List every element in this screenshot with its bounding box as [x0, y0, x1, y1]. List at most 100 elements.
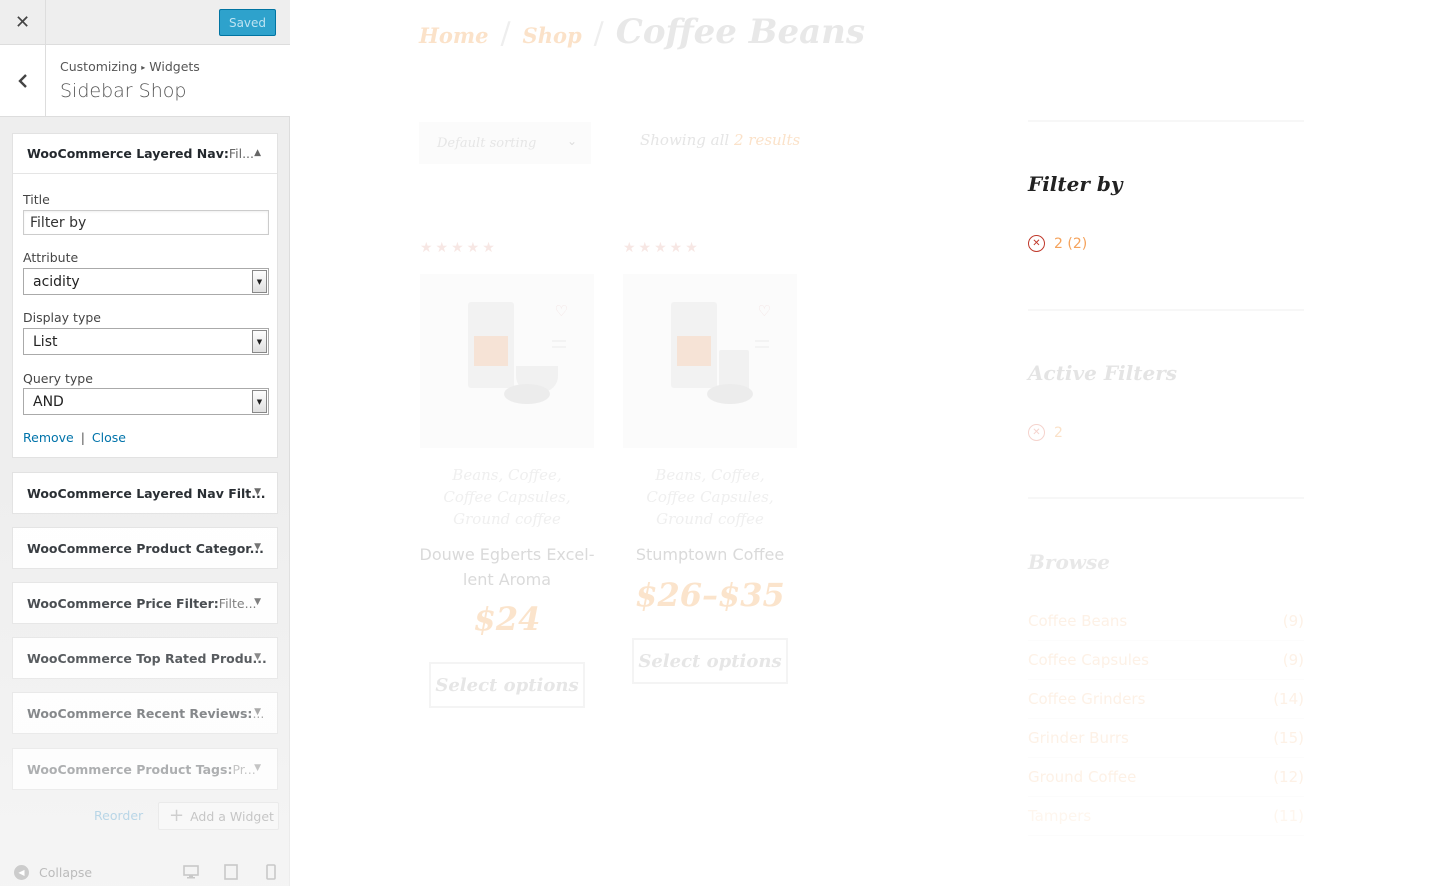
widget-header[interactable]: WooCommerce Price Filter: Filte... ▼ [13, 583, 277, 623]
tablet-icon[interactable] [223, 864, 239, 880]
category-item[interactable]: Coffee Grinders (14) [1028, 680, 1304, 719]
category-item[interactable]: Coffee Beans (9) [1028, 602, 1304, 641]
widget-header[interactable]: WooCommerce Layered Nav Filt... ▼ [13, 473, 277, 513]
product-name[interactable]: Stumptown Coffee [617, 542, 803, 567]
widget-title: WooCommerce Price Filter: [27, 595, 219, 611]
product-name-line: Stumptown Coffee [635, 545, 785, 564]
widget-header[interactable]: WooCommerce Layered Nav: Fil... ▲ [13, 134, 277, 174]
category-count: (15) [1273, 729, 1304, 747]
caret-down-icon: ▼ [254, 487, 261, 497]
attribute-select-value: acidity [33, 273, 80, 290]
compare-icon[interactable] [755, 340, 769, 348]
breadcrumb-home-link[interactable]: Home [419, 23, 488, 48]
query-type-select[interactable]: AND ▼ [23, 388, 269, 415]
title-input[interactable]: Filter by [23, 210, 269, 235]
breadcrumb-root: Customizing [60, 59, 138, 74]
coffee-bag-graphic [671, 302, 717, 388]
widget-title: WooCommerce Top Rated Produ... [27, 650, 267, 666]
category-line[interactable]: Beans, Coffee, [420, 464, 594, 486]
widget-subtitle: Filte... [218, 595, 257, 611]
category-count: (9) [1282, 651, 1304, 669]
widget-header[interactable]: WooCommerce Top Rated Produ... ▼ [13, 638, 277, 678]
breadcrumb-separator: / [500, 16, 511, 51]
breadcrumb-separator: / [593, 16, 604, 51]
category-line[interactable]: Beans, Coffee, [623, 464, 797, 486]
category-line[interactable]: Ground coffee [420, 508, 594, 530]
active-filters-title: Active Filters [1028, 361, 1177, 385]
widget-header[interactable]: WooCommerce Product Categor... ▼ [13, 528, 277, 568]
compare-icon[interactable] [552, 340, 566, 348]
category-item[interactable]: Tampers (11) [1028, 797, 1304, 836]
heart-icon[interactable]: ♡ [555, 302, 568, 320]
category-line[interactable]: Coffee Capsules, [420, 486, 594, 508]
sorting-select[interactable]: Default sorting ⌄ [419, 122, 591, 164]
add-widget-button[interactable]: + Add a Widget [158, 802, 279, 830]
category-name: Tampers [1028, 807, 1092, 825]
sidebar-divider [1028, 120, 1304, 122]
chevron-down-icon: ⌄ [566, 134, 577, 148]
coffee-beans-graphic [504, 384, 550, 404]
product-name-line: Douwe Egberts Excel- [419, 545, 595, 564]
widget-price-filter[interactable]: WooCommerce Price Filter: Filte... ▼ [12, 582, 278, 624]
product-card: ★★★★★ ♡ Beans, Coffee, Coffee Capsules, … [420, 240, 594, 708]
saved-button[interactable]: Saved [219, 9, 276, 36]
category-item[interactable]: Coffee Capsules (9) [1028, 641, 1304, 680]
product-name[interactable]: Douwe Egberts Excel- lent Aroma [414, 542, 600, 592]
mobile-icon[interactable] [263, 864, 279, 880]
widget-title: WooCommerce Layered Nav: [27, 146, 229, 161]
product-image[interactable]: ♡ [420, 274, 594, 448]
display-type-label: Display type [23, 310, 101, 325]
caret-up-icon: ▲ [254, 148, 261, 158]
category-name: Grinder Burrs [1028, 729, 1129, 747]
widget-subtitle: Pr... [232, 761, 256, 777]
category-item[interactable]: Grinder Burrs (15) [1028, 719, 1304, 758]
collapse-arrow-icon: ◀ [14, 865, 29, 880]
caret-down-icon: ▼ [254, 542, 261, 552]
dropdown-arrow-icon: ▼ [252, 270, 267, 293]
widget-product-categories[interactable]: WooCommerce Product Categor... ▼ [12, 527, 278, 569]
back-button[interactable] [0, 45, 46, 116]
display-type-select[interactable]: List ▼ [23, 328, 269, 355]
widget-layered-nav-expanded: WooCommerce Layered Nav: Fil... ▲ Title … [12, 133, 278, 458]
widget-subtitle: Fil... [228, 146, 254, 161]
filter-by-item[interactable]: ✕ 2 (2) [1028, 235, 1087, 252]
product-image[interactable]: ♡ [623, 274, 797, 448]
product-categories: Beans, Coffee, Coffee Capsules, Ground c… [623, 464, 797, 530]
close-widget-link[interactable]: Close [92, 430, 126, 445]
collapse-button[interactable]: ◀ Collapse [14, 865, 92, 880]
customizer-footer: ◀ Collapse [0, 856, 290, 886]
attribute-select[interactable]: acidity ▼ [23, 268, 269, 295]
widget-layered-nav-2[interactable]: WooCommerce Layered Nav Filt... ▼ [12, 472, 278, 514]
display-type-select-value: List [33, 333, 58, 350]
sorting-select-value: Default sorting [437, 135, 537, 151]
widget-title: WooCommerce Layered Nav Filt... [27, 485, 266, 501]
query-type-select-value: AND [33, 393, 64, 410]
heart-icon[interactable]: ♡ [758, 302, 771, 320]
widget-header[interactable]: WooCommerce Product Tags: Pr... ▼ [13, 749, 277, 789]
shop-breadcrumb: Home / Shop / Coffee Beans [419, 12, 865, 52]
widget-recent-reviews[interactable]: WooCommerce Recent Reviews: ... ▼ [12, 692, 278, 734]
close-customizer-button[interactable]: ✕ [0, 0, 46, 45]
category-item[interactable]: Ground Coffee (12) [1028, 758, 1304, 797]
page-title: Coffee Beans [615, 12, 866, 52]
category-count: (11) [1273, 807, 1304, 825]
category-line[interactable]: Ground coffee [623, 508, 797, 530]
category-count: (12) [1273, 768, 1304, 786]
coffee-bag-graphic [468, 302, 514, 388]
desktop-icon[interactable] [183, 864, 199, 880]
reorder-link[interactable]: Reorder [94, 808, 143, 823]
category-line[interactable]: Coffee Capsules, [623, 486, 797, 508]
customizer-header: ✕ Saved [0, 0, 290, 45]
select-options-button[interactable]: Select options [632, 638, 788, 684]
section-header: Customizing ▸ Widgets Sidebar Shop [0, 45, 290, 117]
breadcrumb-shop-link[interactable]: Shop [523, 23, 582, 48]
result-count-prefix: Showing all [640, 131, 730, 149]
widget-top-rated[interactable]: WooCommerce Top Rated Produ... ▼ [12, 637, 278, 679]
remove-widget-link[interactable]: Remove [23, 430, 74, 445]
select-options-button[interactable]: Select options [429, 662, 585, 708]
active-filter-item-label: 2 [1054, 424, 1063, 441]
active-filter-item[interactable]: ✕ 2 [1028, 424, 1063, 441]
widget-header[interactable]: WooCommerce Recent Reviews: ... ▼ [13, 693, 277, 733]
caret-down-icon: ▼ [254, 707, 261, 717]
widget-product-tags[interactable]: WooCommerce Product Tags: Pr... ▼ [12, 748, 278, 790]
